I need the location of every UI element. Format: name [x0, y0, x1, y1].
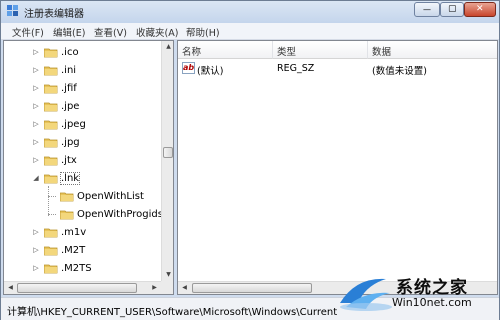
- tree-item[interactable]: ▷ .M2TS: [4, 260, 162, 278]
- expand-arrow-icon[interactable]: ▷: [32, 246, 40, 255]
- tree-item[interactable]: ▷ .jpe: [4, 98, 162, 116]
- tree-item-label: .jpeg: [61, 119, 86, 130]
- scroll-up-arrow-icon[interactable]: ▲: [163, 42, 173, 52]
- folder-icon: [44, 48, 58, 58]
- menu-edit[interactable]: 编辑(E): [53, 25, 85, 39]
- watermark-url: Win10net.com: [392, 296, 472, 309]
- tree-item[interactable]: ▷ .ini: [4, 62, 162, 80]
- tree-guide-line: [48, 186, 49, 216]
- registry-app-icon: [7, 5, 18, 16]
- column-data[interactable]: 数据: [368, 41, 497, 59]
- expand-arrow-icon[interactable]: ▷: [32, 66, 40, 75]
- string-value-icon: ab: [182, 62, 195, 74]
- registry-editor-window: 注册表编辑器 — ▢ ✕ 文件(F) 编辑(E) 查看(V) 收藏夹(A) 帮助…: [0, 0, 500, 320]
- collapse-arrow-icon[interactable]: ◢: [32, 174, 40, 183]
- folder-icon: [44, 84, 58, 94]
- folder-icon: [44, 246, 58, 256]
- column-name[interactable]: 名称: [178, 41, 273, 59]
- tree-item[interactable]: ▷ .jpg: [4, 134, 162, 152]
- tree-item-label: .ico: [61, 47, 79, 58]
- folder-icon: [60, 210, 74, 220]
- minimize-icon: —: [423, 5, 431, 14]
- tree-item-label: OpenWithProgids: [77, 209, 163, 220]
- values-horizontal-scroll-thumb[interactable]: [192, 283, 312, 293]
- tree-item-label: .M2T: [61, 245, 86, 256]
- folder-icon: [44, 102, 58, 112]
- tree-item-label: .M2TS: [61, 263, 92, 274]
- tree-item-label: .lnk: [59, 172, 81, 185]
- tree-item[interactable]: ▷ .jfif: [4, 80, 162, 98]
- tree-item[interactable]: ▷ .M2T: [4, 242, 162, 260]
- tree-item-label: .jtx: [61, 155, 77, 166]
- value-name: (默认): [197, 66, 224, 77]
- scroll-left-arrow-icon[interactable]: ◀: [5, 283, 16, 293]
- tree-item[interactable]: ▷ .jtx: [4, 152, 162, 170]
- tree-item-label: .m1v: [61, 227, 87, 238]
- scroll-right-arrow-icon[interactable]: ▶: [149, 283, 160, 293]
- value-row[interactable]: ab (默认) REG_SZ (数值未设置): [178, 61, 496, 77]
- tree-item[interactable]: ▷ .ico: [4, 44, 162, 62]
- title-bar[interactable]: 注册表编辑器 — ▢ ✕: [1, 1, 499, 23]
- scroll-left-arrow-icon[interactable]: ◀: [179, 283, 190, 293]
- tree-item-label: .jpg: [61, 137, 80, 148]
- folder-icon: [44, 120, 58, 130]
- tree-item-label: .ini: [61, 65, 77, 76]
- folder-icon: [44, 156, 58, 166]
- tree-connector-line: [48, 196, 56, 197]
- tree-vertical-scroll-thumb[interactable]: [163, 147, 173, 158]
- folder-icon: [44, 228, 58, 238]
- expand-arrow-icon[interactable]: ▷: [32, 84, 40, 93]
- tree-item[interactable]: ▷ .jpeg: [4, 116, 162, 134]
- folder-icon: [44, 66, 58, 76]
- tree-item-label: .jfif: [61, 83, 77, 94]
- menu-view[interactable]: 查看(V): [94, 25, 127, 39]
- folder-icon: [44, 174, 58, 184]
- maximize-icon: ▢: [448, 4, 457, 14]
- folder-icon: [44, 138, 58, 148]
- tree-item[interactable]: ◢ .lnk: [4, 170, 162, 188]
- tree-item[interactable]: OpenWithProgids: [4, 206, 163, 224]
- tree-horizontal-scroll-thumb[interactable]: [17, 283, 137, 293]
- tree-item[interactable]: ▷ .m1v: [4, 224, 162, 242]
- close-button[interactable]: ✕: [464, 2, 496, 17]
- value-data: (数值未设置): [372, 66, 427, 77]
- key-tree-pane[interactable]: ▷ .ico ▷ .ini ▷ .jfif ▷ .jpe ▷ .jpeg ▷ .jpg ▷ .jtx ◢ .l…: [3, 40, 174, 295]
- value-type: REG_SZ: [277, 63, 315, 74]
- tree-vertical-scrollbar[interactable]: ▲ ▼: [161, 41, 173, 281]
- expand-arrow-icon[interactable]: ▷: [32, 120, 40, 129]
- menu-bar: 文件(F) 编辑(E) 查看(V) 收藏夹(A) 帮助(H): [1, 23, 499, 40]
- tree-item-label: .jpe: [61, 101, 80, 112]
- status-path: 计算机\HKEY_CURRENT_USER\Software\Microsoft…: [7, 307, 337, 318]
- scrollbar-corner: [161, 281, 173, 294]
- expand-arrow-icon[interactable]: ▷: [32, 102, 40, 111]
- menu-file[interactable]: 文件(F): [12, 25, 44, 39]
- maximize-button[interactable]: ▢: [440, 2, 464, 17]
- folder-icon: [60, 192, 74, 202]
- expand-arrow-icon[interactable]: ▷: [32, 48, 40, 57]
- folder-icon: [44, 264, 58, 274]
- tree-item-label: OpenWithList: [77, 191, 144, 202]
- minimize-button[interactable]: —: [414, 2, 440, 17]
- column-type[interactable]: 类型: [273, 41, 368, 59]
- tree-horizontal-scrollbar[interactable]: ◀ ▶: [4, 281, 161, 294]
- watermark-logo-icon: [340, 278, 392, 311]
- close-icon: ✕: [476, 4, 484, 14]
- expand-arrow-icon[interactable]: ▷: [32, 264, 40, 273]
- expand-arrow-icon[interactable]: ▷: [32, 138, 40, 147]
- watermark: 系统之家 Win10net.com: [336, 271, 496, 319]
- tree-item[interactable]: OpenWithList: [4, 188, 162, 206]
- menu-favorites[interactable]: 收藏夹(A): [136, 25, 178, 39]
- expand-arrow-icon[interactable]: ▷: [32, 156, 40, 165]
- menu-help[interactable]: 帮助(H): [186, 25, 220, 39]
- values-pane[interactable]: 名称 类型 数据 ab (默认) REG_SZ (数值未设置) ◀: [177, 40, 498, 295]
- window-title: 注册表编辑器: [24, 9, 84, 20]
- tree-connector-line: [48, 214, 56, 215]
- expand-arrow-icon[interactable]: ▷: [32, 228, 40, 237]
- watermark-brand: 系统之家: [396, 278, 468, 298]
- scroll-down-arrow-icon[interactable]: ▼: [163, 270, 173, 280]
